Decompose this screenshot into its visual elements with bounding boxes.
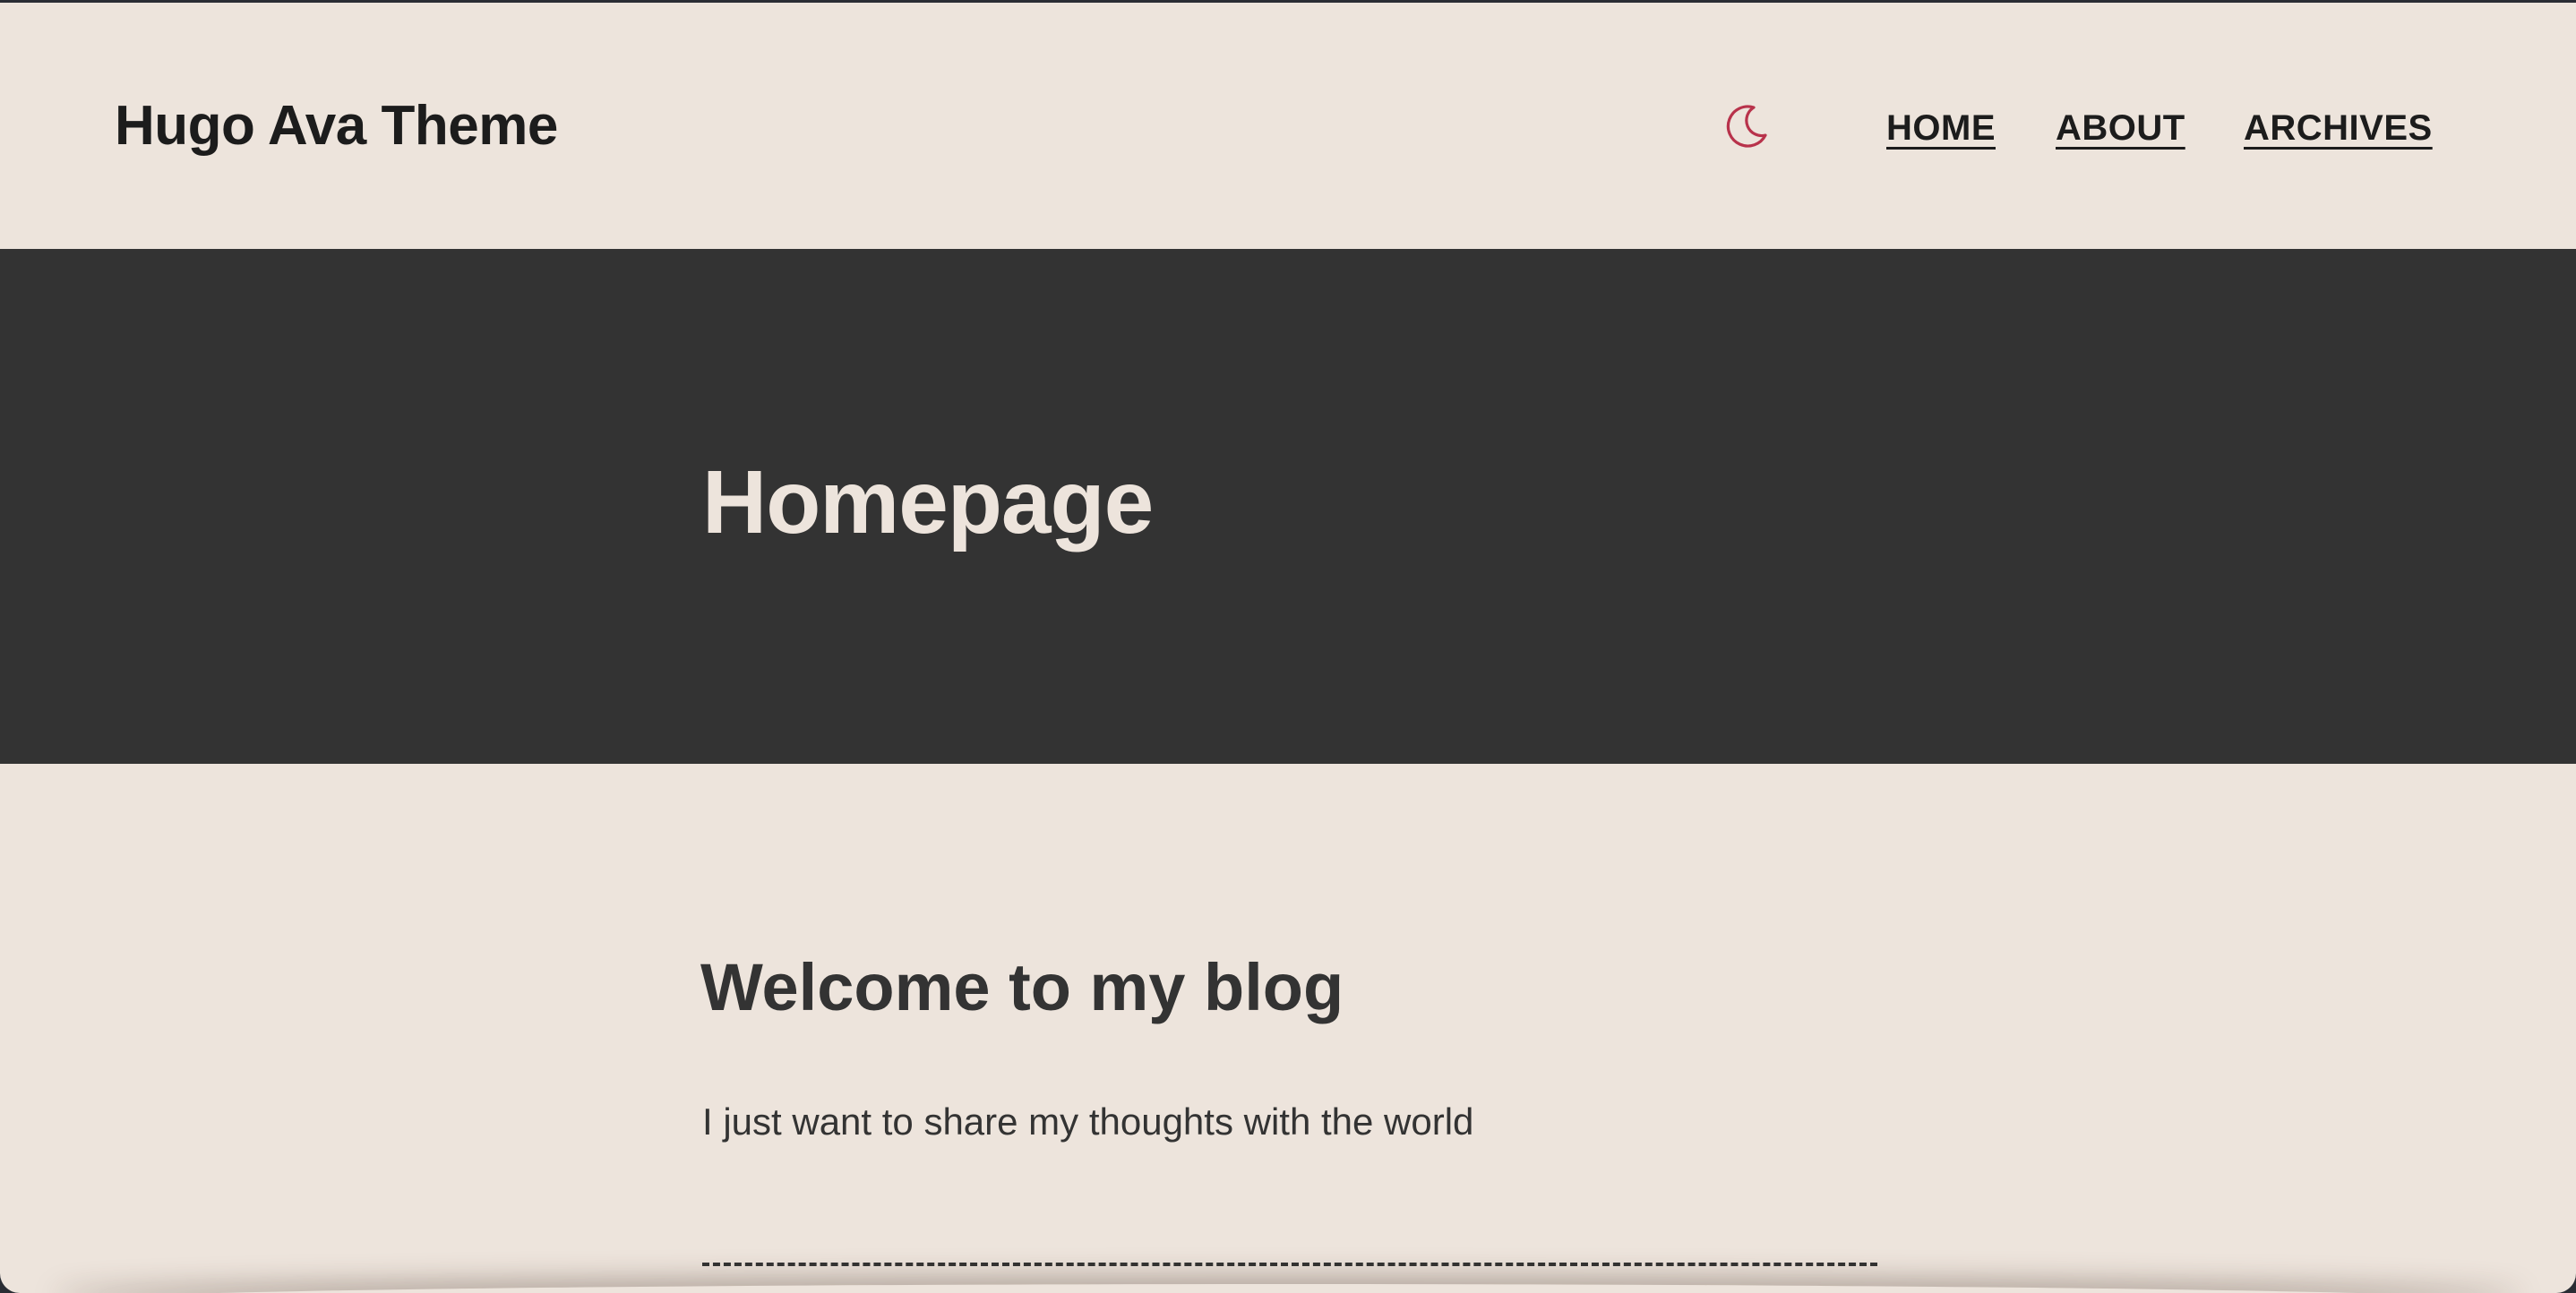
site-header: Hugo Ava Theme HOME ABOUT ARCHIVES xyxy=(0,3,2576,249)
dashed-divider xyxy=(702,1263,1877,1266)
hero-banner: Homepage xyxy=(0,249,2576,764)
welcome-heading: Welcome to my blog xyxy=(700,950,1344,1024)
browser-viewport: Hugo Ava Theme HOME ABOUT ARCHIVES Homep… xyxy=(0,3,2576,1293)
nav-link-about[interactable]: ABOUT xyxy=(2056,103,2185,153)
main-nav: HOME ABOUT ARCHIVES xyxy=(0,103,2576,157)
nav-link-home[interactable]: HOME xyxy=(1886,103,1996,153)
nav-link-archives[interactable]: ARCHIVES xyxy=(2244,103,2433,153)
page-title: Homepage xyxy=(702,452,1154,552)
intro-paragraph: I just want to share my thoughts with th… xyxy=(702,1100,1474,1143)
main-content: Welcome to my blog I just want to share … xyxy=(0,764,2576,1293)
